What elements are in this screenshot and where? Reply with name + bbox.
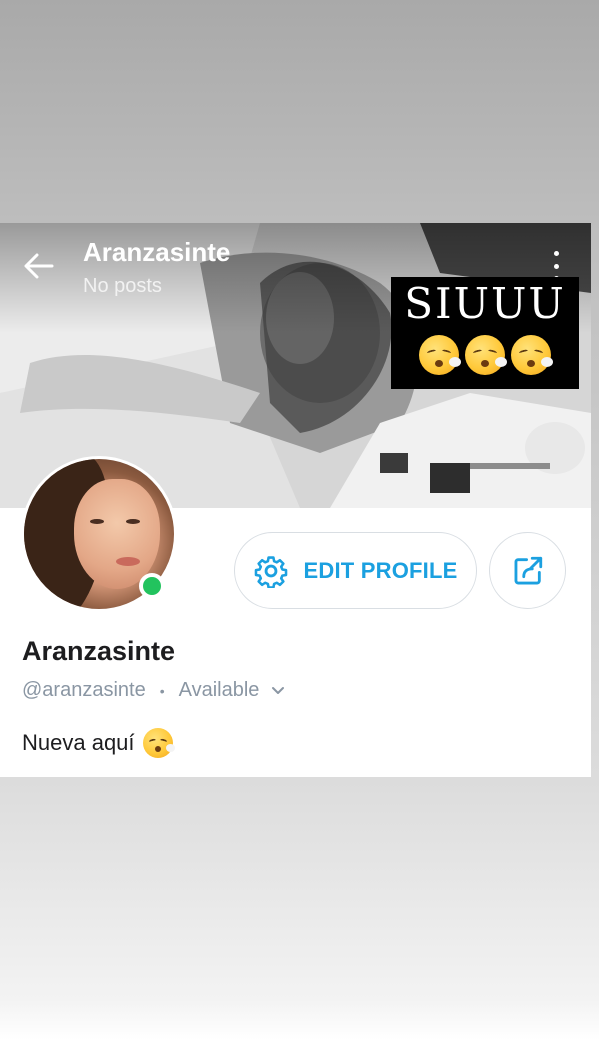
- header-title: Aranzasinte: [83, 237, 231, 267]
- face-exhaling-icon: [142, 728, 175, 758]
- gear-icon: [254, 555, 287, 588]
- more-vertical-icon: [553, 251, 559, 256]
- profile-card: Aranzasinte No posts SIUUU EDIT PROFILE: [0, 223, 591, 777]
- profile-meta-row: @aranzasinte • Available: [22, 679, 285, 702]
- sticker-text: SIUUU: [404, 279, 566, 328]
- face-exhaling-icon: [511, 335, 553, 375]
- back-button[interactable]: [22, 249, 56, 283]
- face-exhaling-icon: [465, 335, 507, 375]
- cover-sticker: SIUUU: [391, 277, 579, 389]
- edit-profile-label: EDIT PROFILE: [303, 557, 458, 583]
- bio-text: Nueva aquí: [22, 730, 135, 755]
- profile-handle: @aranzasinte: [22, 679, 146, 701]
- arrow-left-icon: [24, 253, 54, 279]
- edit-profile-button[interactable]: EDIT PROFILE: [234, 532, 477, 609]
- profile-bio: Nueva aquí: [22, 728, 175, 758]
- chevron-down-icon: [272, 686, 285, 694]
- face-exhaling-icon: [419, 335, 461, 375]
- status-dropdown[interactable]: Available: [179, 679, 286, 702]
- sticker-emoji-row: [391, 335, 579, 375]
- header-post-count: No posts: [83, 275, 162, 297]
- meta-separator: •: [159, 682, 165, 699]
- profile-display-name: Aranzasinte: [22, 636, 176, 666]
- share-button[interactable]: [489, 532, 566, 609]
- status-label: Available: [178, 679, 260, 701]
- online-status-indicator: [139, 573, 165, 599]
- share-icon: [514, 556, 542, 584]
